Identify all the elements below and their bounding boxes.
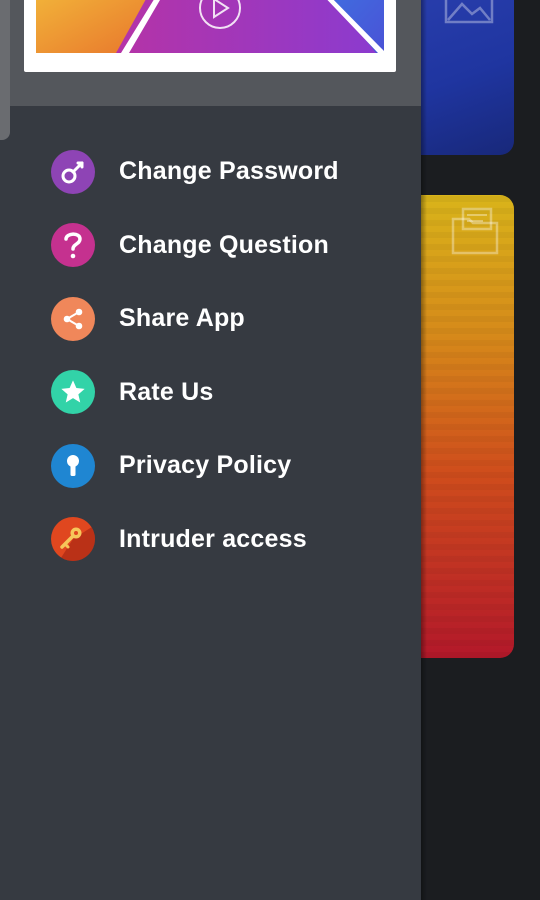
menu-item-label: Rate Us <box>119 377 214 406</box>
menu-item-label: Intruder access <box>119 524 307 553</box>
share-icon <box>51 296 95 341</box>
banner-image <box>36 0 384 53</box>
menu-item-intruder-access[interactable]: Intruder access <box>0 503 421 577</box>
drawer-header <box>0 0 421 140</box>
navigation-drawer: Change Password Change Question Share Ap… <box>0 0 421 900</box>
header-edge <box>0 0 10 140</box>
menu-item-rate-us[interactable]: Rate Us <box>0 356 421 430</box>
menu-item-label: Change Password <box>119 157 339 186</box>
menu-item-change-password[interactable]: Change Password <box>0 135 421 209</box>
header-banner[interactable] <box>24 0 396 72</box>
menu-item-privacy-policy[interactable]: Privacy Policy <box>0 429 421 503</box>
star-icon <box>51 370 95 415</box>
menu-item-label: Share App <box>119 304 245 333</box>
keyhole-icon <box>51 443 95 488</box>
key-icon <box>51 149 95 194</box>
folder-icon <box>451 207 499 255</box>
question-icon <box>51 223 95 268</box>
drawer-menu: Change Password Change Question Share Ap… <box>0 135 421 576</box>
drawer-shadow <box>421 0 427 900</box>
menu-item-label: Change Question <box>119 230 329 259</box>
door-key-icon <box>51 517 95 562</box>
image-icon <box>444 0 494 24</box>
menu-item-label: Privacy Policy <box>119 451 292 480</box>
menu-item-change-question[interactable]: Change Question <box>0 209 421 283</box>
menu-item-share-app[interactable]: Share App <box>0 282 421 356</box>
